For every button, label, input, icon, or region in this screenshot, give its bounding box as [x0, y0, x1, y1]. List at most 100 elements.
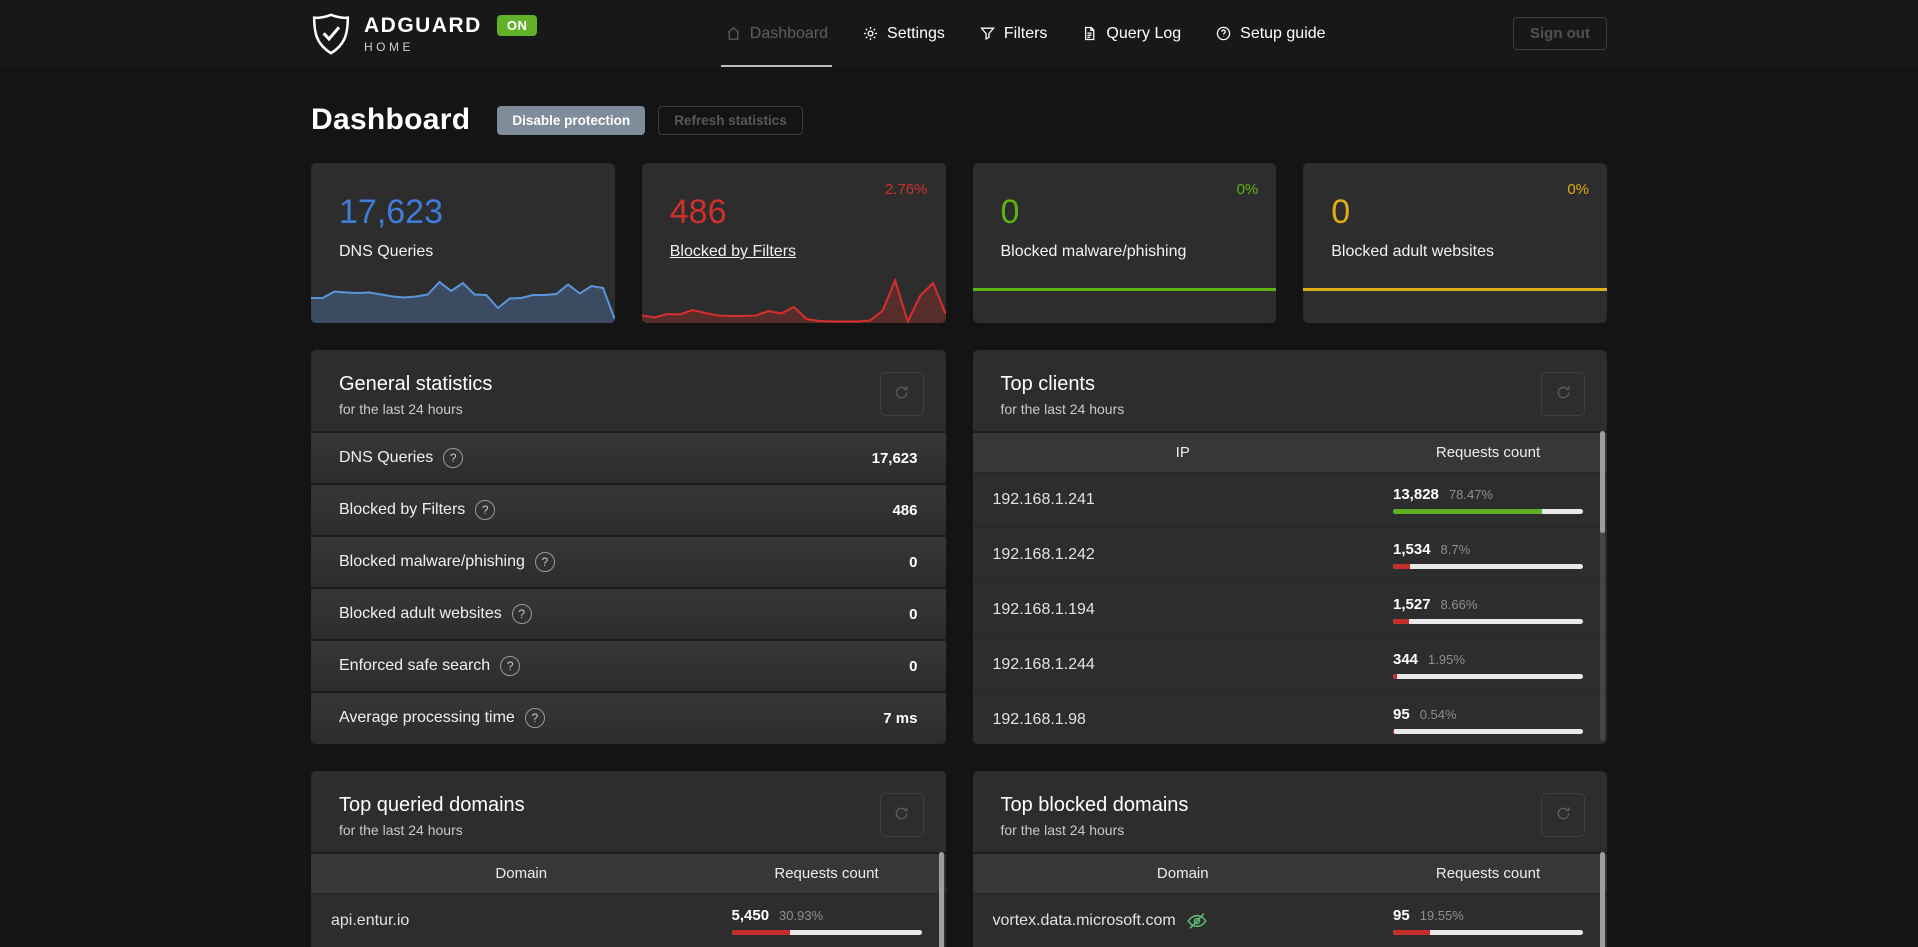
- stat-row-label: Enforced safe search: [339, 657, 491, 674]
- client-ip[interactable]: 192.168.1.242: [993, 546, 1095, 564]
- stat-row-value: 0: [909, 605, 918, 623]
- top-clients-panel: Top clients for the last 24 hours IP Req…: [972, 350, 1607, 744]
- requests-percent: 1.95%: [1428, 652, 1465, 667]
- sign-out-button[interactable]: Sign out: [1512, 17, 1607, 50]
- domain-name[interactable]: vortex.data.microsoft.com: [993, 912, 1176, 930]
- requests-count: 95: [1393, 706, 1410, 723]
- requests-bar-fill: [1393, 729, 1395, 734]
- panel-refresh-button[interactable]: [879, 372, 924, 416]
- help-icon[interactable]: ?: [443, 448, 464, 468]
- requests-bar-fill: [1393, 674, 1397, 679]
- help-icon[interactable]: ?: [524, 708, 545, 728]
- eye-slash-icon: [1186, 910, 1208, 932]
- stat-row-value: 0: [909, 657, 918, 675]
- disable-protection-button[interactable]: Disable protection: [497, 105, 646, 135]
- refresh-statistics-button[interactable]: Refresh statistics: [658, 105, 803, 135]
- column-header-requests: Requests count: [774, 865, 879, 882]
- scrollbar-thumb[interactable]: [1600, 431, 1605, 534]
- stat-card-blocked-by-filters: 2.76% 486 Blocked by Filters: [641, 163, 946, 323]
- requests-percent: 30.93%: [779, 908, 824, 923]
- requests-percent: 8.66%: [1440, 597, 1478, 612]
- requests-bar: [731, 930, 922, 935]
- vertical-scrollbar[interactable]: [1600, 852, 1605, 947]
- brand-subtitle: HOME: [364, 39, 414, 54]
- panel-title: Top queried domains: [339, 794, 525, 816]
- help-icon[interactable]: ?: [475, 500, 496, 520]
- top-blocked-domains-panel: Top blocked domains for the last 24 hour…: [972, 771, 1607, 947]
- question-circle-icon: [1215, 25, 1232, 42]
- stat-label-link[interactable]: Blocked by Filters: [670, 243, 796, 261]
- trend-percent: 0%: [1567, 181, 1589, 198]
- requests-count: 95: [1393, 907, 1410, 924]
- panel-refresh-button[interactable]: [1541, 372, 1585, 416]
- client-ip[interactable]: 192.168.1.194: [993, 601, 1095, 619]
- vertical-scrollbar[interactable]: [1600, 431, 1605, 741]
- panel-refresh-button[interactable]: [1541, 793, 1585, 837]
- stat-row-label: Blocked by Filters: [339, 501, 466, 518]
- vertical-scrollbar[interactable]: [938, 852, 944, 947]
- table-header: Domain Requests count: [972, 852, 1607, 893]
- nav-item-setup-guide[interactable]: Setup guide: [1211, 0, 1329, 67]
- stat-value: 17,623: [339, 193, 443, 231]
- top-queried-domains-panel: Top queried domains for the last 24 hour…: [311, 771, 946, 947]
- trend-percent: 2.76%: [884, 181, 928, 198]
- nav-item-dashboard[interactable]: Dashboard: [720, 0, 833, 67]
- stat-row-label: Average processing time: [339, 709, 515, 726]
- dashboard-page: Dashboard Disable protection Refresh sta…: [311, 103, 1607, 947]
- requests-bar: [1393, 729, 1583, 734]
- stat-card-blocked-malware-phishing: 0% 0 Blocked malware/phishing: [972, 163, 1277, 323]
- main-nav: Dashboard Settings Filters Query Log Setup g…: [720, 0, 1330, 67]
- help-icon[interactable]: ?: [500, 656, 521, 676]
- panel-refresh-button[interactable]: [879, 793, 924, 837]
- table-header: IP Requests count: [972, 431, 1607, 472]
- requests-bar-fill: [1393, 509, 1543, 514]
- client-ip[interactable]: 192.168.1.98: [993, 711, 1086, 729]
- nav-item-label: Query Log: [1106, 24, 1182, 42]
- panel-subtitle: for the last 24 hours: [1000, 401, 1125, 417]
- scrollbar-thumb[interactable]: [938, 852, 944, 947]
- nav-item-settings[interactable]: Settings: [858, 0, 949, 67]
- stat-row-label: Blocked adult websites: [339, 605, 502, 622]
- column-header-domain: Domain: [495, 865, 548, 882]
- scrollbar-thumb[interactable]: [1600, 852, 1605, 947]
- requests-bar: [1393, 674, 1583, 679]
- client-ip[interactable]: 192.168.1.241: [993, 491, 1095, 509]
- requests-percent: 0.54%: [1419, 707, 1457, 722]
- funnel-icon: [979, 25, 996, 42]
- requests-count: 1,534: [1393, 541, 1431, 558]
- stat-row-blocked-malware-phishing: Blocked malware/phishing? 0: [311, 535, 946, 587]
- requests-percent: 78.47%: [1448, 487, 1493, 502]
- stat-row-blocked-by-filters: Blocked by Filters? 486: [311, 483, 946, 535]
- protection-status-badge: ON: [496, 15, 538, 36]
- stat-value: 0: [1000, 193, 1020, 231]
- domain-name[interactable]: api.entur.io: [331, 912, 409, 930]
- requests-percent: 19.55%: [1419, 908, 1464, 923]
- stat-value: 486: [669, 193, 727, 231]
- requests-percent: 8.7%: [1440, 542, 1471, 557]
- panel-title: Top blocked domains: [1000, 794, 1189, 816]
- stat-row-dns-queries: DNS Queries? 17,623: [311, 431, 946, 483]
- refresh-icon: [893, 384, 910, 404]
- client-ip[interactable]: 192.168.1.244: [993, 656, 1095, 674]
- trend-sparkline: [311, 273, 615, 323]
- stat-row-value: 486: [892, 501, 918, 519]
- general-statistics-panel: General statistics for the last 24 hours…: [311, 350, 946, 744]
- column-header-ip: IP: [1175, 444, 1190, 461]
- client-row: 192.168.1.98 95 0.54%: [972, 692, 1607, 744]
- stat-cards-row: 17,623 DNS Queries 2.76% 486 Blocked by Filt…: [311, 163, 1607, 323]
- help-icon[interactable]: ?: [511, 604, 532, 624]
- stat-label: DNS Queries: [339, 243, 434, 260]
- stat-row-value: 17,623: [871, 449, 918, 467]
- nav-item-query-log[interactable]: Query Log: [1077, 0, 1185, 67]
- requests-count: 13,828: [1393, 486, 1439, 503]
- nav-item-label: Dashboard: [749, 24, 829, 42]
- nav-item-filters[interactable]: Filters: [975, 0, 1052, 67]
- adguard-logo: ADGUARD ON HOME: [311, 12, 538, 56]
- stat-row-average-processing-time: Average processing time? 7 ms: [311, 691, 946, 743]
- topbar: ADGUARD ON HOME Dashboard Settings Filters…: [0, 0, 1918, 67]
- help-icon[interactable]: ?: [534, 552, 555, 572]
- flat-trend-line: [972, 288, 1277, 291]
- panel-title: General statistics: [339, 373, 493, 395]
- flat-trend-line: [1303, 288, 1607, 291]
- stat-row-label: DNS Queries: [339, 449, 434, 466]
